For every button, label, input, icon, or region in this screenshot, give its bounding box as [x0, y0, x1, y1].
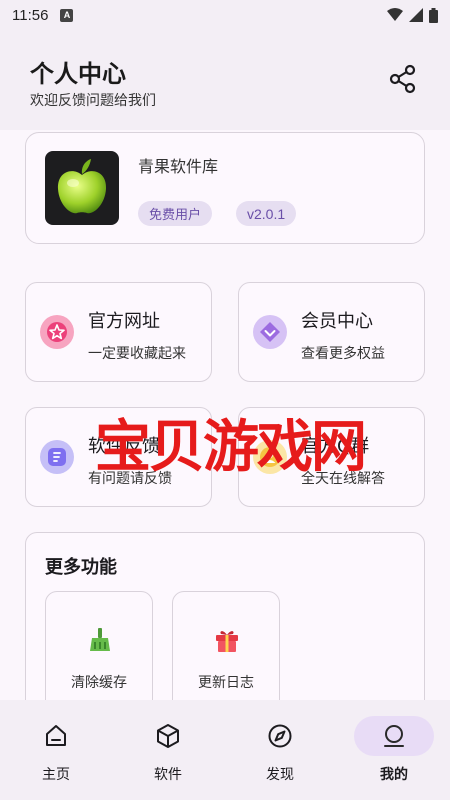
signal-icon — [409, 8, 423, 22]
broom-icon — [86, 626, 114, 654]
profile-icon — [384, 725, 404, 747]
feature-card-feedback[interactable]: 软件反馈 有问题请反馈 — [25, 407, 212, 507]
box-icon — [157, 724, 179, 748]
page-title: 个人中心 — [30, 60, 126, 88]
page-subtitle: 欢迎反馈问题给我们 — [30, 93, 156, 109]
tool-label: 清除缓存 — [71, 675, 127, 691]
feature-desc: 全天在线解答 — [301, 471, 385, 487]
group-icon — [253, 440, 287, 474]
star-icon — [40, 315, 74, 349]
page-header: 个人中心 欢迎反馈问题给我们 — [0, 30, 450, 130]
feature-title: 软件反馈 — [88, 436, 160, 457]
status-notification-icon: A — [60, 8, 74, 22]
gift-icon — [213, 626, 241, 654]
tool-label: 更新日志 — [198, 675, 254, 691]
app-name: 青果软件库 — [138, 157, 219, 176]
feature-title: 官方Q群 — [301, 436, 370, 457]
battery-icon — [429, 7, 438, 23]
feature-desc: 查看更多权益 — [301, 346, 385, 362]
green-apple-logo — [45, 151, 119, 225]
nav-item-profile[interactable]: 我的 — [338, 700, 450, 800]
feature-title: 会员中心 — [301, 311, 373, 332]
nav-item-software[interactable]: 软件 — [112, 700, 224, 800]
nav-label: 主页 — [42, 767, 70, 783]
home-icon — [46, 725, 66, 746]
app-info-card[interactable]: 青果软件库 免费用户 v2.0.1 — [25, 132, 425, 244]
feature-card-official-site[interactable]: 官方网址 一定要收藏起来 — [25, 282, 212, 382]
feature-card-qq-group[interactable]: 官方Q群 全天在线解答 — [238, 407, 425, 507]
feature-desc: 有问题请反馈 — [88, 471, 172, 487]
feature-title: 官方网址 — [88, 311, 160, 332]
nav-label: 发现 — [266, 767, 294, 783]
wifi-icon — [387, 8, 403, 21]
nav-item-discover[interactable]: 发现 — [224, 700, 336, 800]
nav-label: 软件 — [154, 767, 182, 783]
vip-diamond-icon — [253, 315, 287, 349]
status-time: 11:56 — [12, 6, 49, 24]
share-icon — [389, 64, 416, 94]
bottom-navigation: 主页 软件 发现 我的 — [0, 700, 450, 800]
nav-item-home[interactable]: 主页 — [0, 700, 112, 800]
status-icons — [387, 7, 438, 23]
feature-desc: 一定要收藏起来 — [88, 346, 186, 362]
feature-card-vip-center[interactable]: 会员中心 查看更多权益 — [238, 282, 425, 382]
section-title: 更多功能 — [45, 557, 117, 578]
feedback-icon — [40, 440, 74, 474]
version-badge: v2.0.1 — [236, 201, 297, 226]
share-button[interactable] — [388, 64, 418, 94]
user-tier-badge: 免费用户 — [138, 201, 213, 226]
compass-icon — [268, 724, 292, 748]
status-bar: 11:56 A — [0, 0, 450, 30]
nav-label: 我的 — [380, 767, 408, 783]
